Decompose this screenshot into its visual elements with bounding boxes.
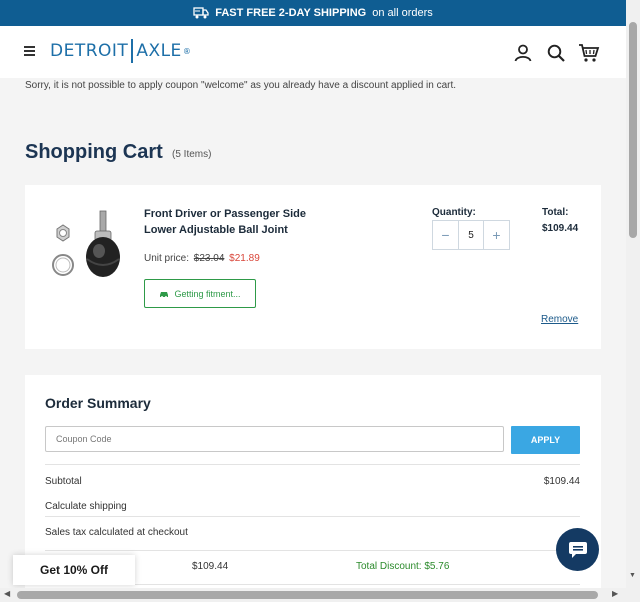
line-total: $109.44 <box>542 223 579 234</box>
divider <box>45 516 580 517</box>
remove-link[interactable]: Remove <box>541 314 578 325</box>
scroll-down-arrow-icon[interactable]: ▼ <box>629 572 636 579</box>
total-discount: Total Discount: $5.76 <box>356 561 450 572</box>
cart-item-card: Front Driver or Passenger Side Lower Adj… <box>25 185 601 349</box>
sale-price: $21.89 <box>229 253 260 264</box>
scroll-left-arrow-icon[interactable]: ◀ <box>4 589 10 598</box>
page-title: Shopping Cart <box>25 141 163 163</box>
horizontal-scrollbar[interactable]: ◀ ▶ <box>0 588 640 602</box>
chat-bubble-icon <box>568 541 587 558</box>
coupon-error-message: Sorry, it is not possible to apply coupo… <box>25 80 457 91</box>
cart-item-count: (5 Items) <box>172 149 212 160</box>
unit-price: Unit price: $23.04 $21.89 <box>144 253 260 264</box>
promo-suffix: on all orders <box>372 7 433 19</box>
apply-coupon-button[interactable]: APPLY <box>511 426 580 454</box>
product-image[interactable] <box>47 207 127 287</box>
quantity-stepper: − 5 + <box>432 220 510 250</box>
subtotal-label: Subtotal <box>45 476 82 487</box>
total-label: Total: <box>542 207 569 218</box>
car-icon <box>160 291 169 298</box>
subtotal-row: Subtotal $109.44 <box>45 476 580 487</box>
coupon-input[interactable] <box>45 426 504 452</box>
increase-quantity-button[interactable]: + <box>484 221 509 249</box>
promo-bar: FAST FREE 2-DAY SHIPPING on all orders <box>0 0 626 26</box>
chat-button[interactable] <box>556 528 599 571</box>
unit-price-label: Unit price: <box>144 253 190 264</box>
fitment-label: Getting fitment... <box>174 288 241 299</box>
divider <box>45 464 580 465</box>
vertical-scrollbar[interactable]: ▼ <box>626 0 640 588</box>
scroll-right-arrow-icon[interactable]: ▶ <box>612 589 618 598</box>
fitment-button[interactable]: Getting fitment... <box>144 279 256 308</box>
shipping-row[interactable]: Calculate shipping <box>45 501 580 512</box>
quantity-label: Quantity: <box>432 207 476 218</box>
logo-left: DETROIT <box>50 41 129 61</box>
site-header: DETROIT AXLE ® <box>0 26 626 78</box>
sales-tax-label: Sales tax calculated at checkout <box>45 527 188 538</box>
original-price: $23.04 <box>193 253 225 264</box>
discount-popup-tab[interactable]: Get 10% Off <box>13 555 135 585</box>
product-name[interactable]: Front Driver or Passenger Side Lower Adj… <box>144 206 314 238</box>
order-summary-title: Order Summary <box>45 395 151 411</box>
logo-divider <box>131 39 134 63</box>
divider <box>45 550 580 551</box>
logo-trademark: ® <box>182 46 192 56</box>
decrease-quantity-button[interactable]: − <box>433 221 458 249</box>
site-logo[interactable]: DETROIT AXLE ® <box>50 36 191 66</box>
cart-icon[interactable] <box>578 43 600 63</box>
vertical-scroll-thumb[interactable] <box>629 22 637 238</box>
account-icon[interactable] <box>513 43 533 63</box>
horizontal-scroll-thumb[interactable] <box>17 591 598 599</box>
logo-right: AXLE <box>136 41 182 61</box>
subtotal-value: $109.44 <box>543 476 580 487</box>
calculate-shipping-label[interactable]: Calculate shipping <box>45 501 127 512</box>
quantity-value[interactable]: 5 <box>458 221 484 249</box>
promo-text: FAST FREE 2-DAY SHIPPING <box>215 7 367 19</box>
order-total-value: $109.44 <box>192 561 229 572</box>
search-icon[interactable] <box>546 43 566 63</box>
delivery-truck-icon <box>193 7 209 19</box>
menu-icon[interactable] <box>24 46 36 58</box>
tax-row: Sales tax calculated at checkout <box>45 527 580 538</box>
